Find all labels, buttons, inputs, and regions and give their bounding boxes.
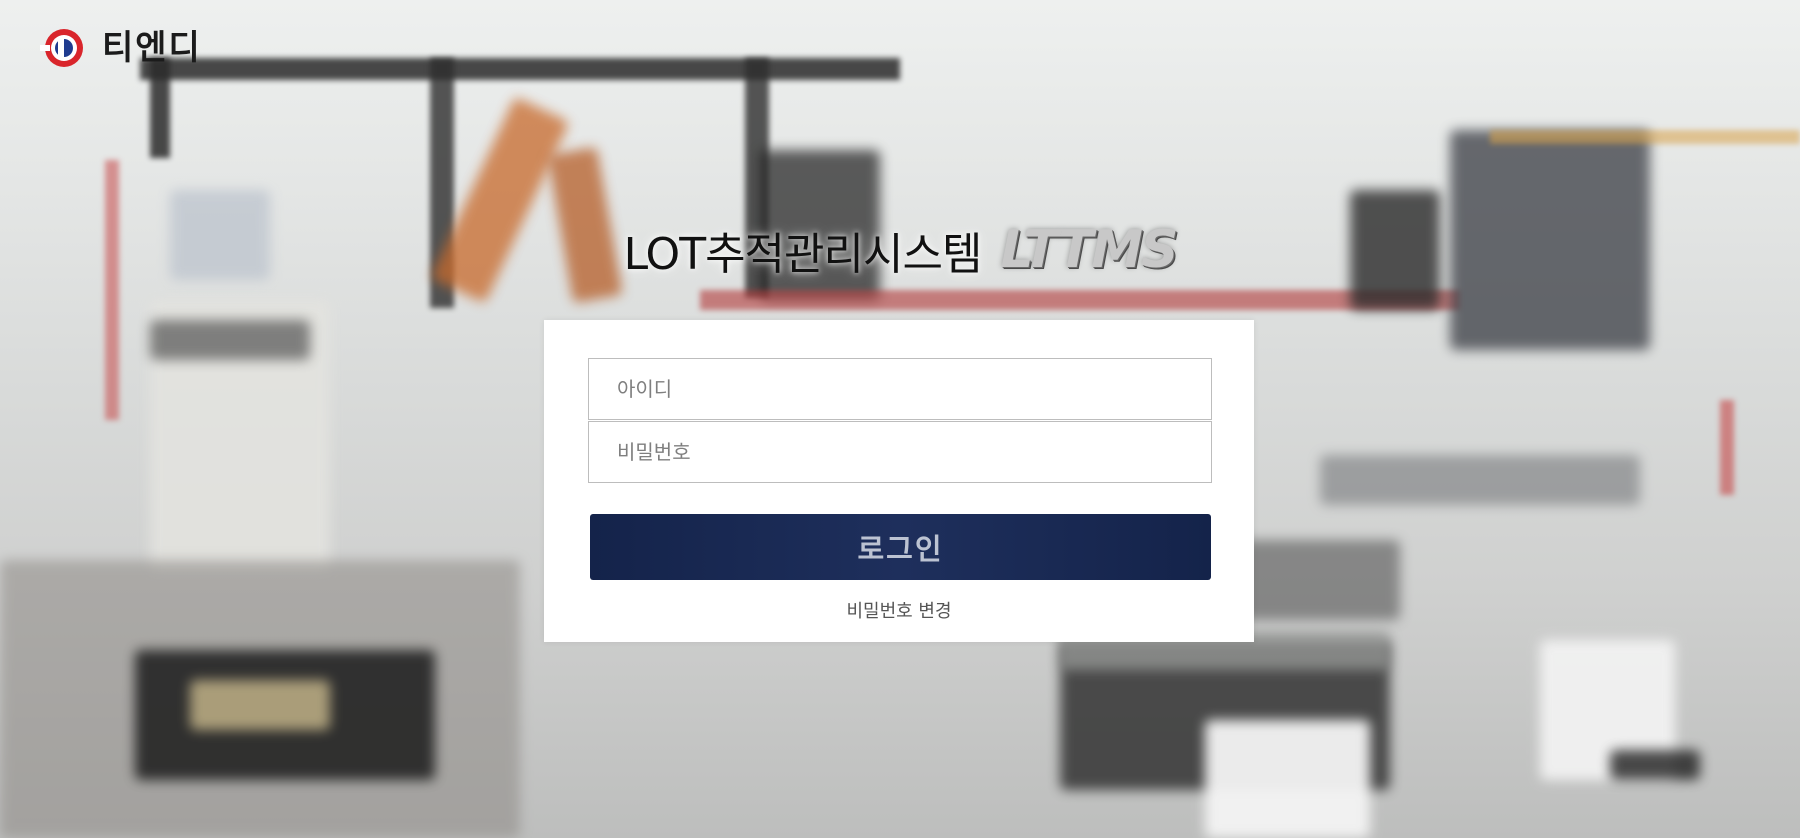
login-button[interactable]: 로그인 bbox=[590, 514, 1211, 580]
company-logo: 티엔디 bbox=[36, 27, 202, 69]
company-name: 티엔디 bbox=[102, 28, 202, 68]
password-input[interactable] bbox=[588, 421, 1212, 483]
system-title: LOT추적관리시스템 bbox=[623, 229, 983, 280]
system-brand-logo: LTTMS bbox=[1000, 220, 1179, 280]
page-title: LOT추적관리시스템 LTTMS bbox=[0, 218, 1800, 282]
login-card: 로그인 비밀번호 변경 bbox=[544, 320, 1254, 642]
company-logo-icon bbox=[40, 29, 83, 67]
change-password-link[interactable]: 비밀번호 변경 bbox=[544, 597, 1254, 623]
id-input[interactable] bbox=[588, 358, 1212, 420]
